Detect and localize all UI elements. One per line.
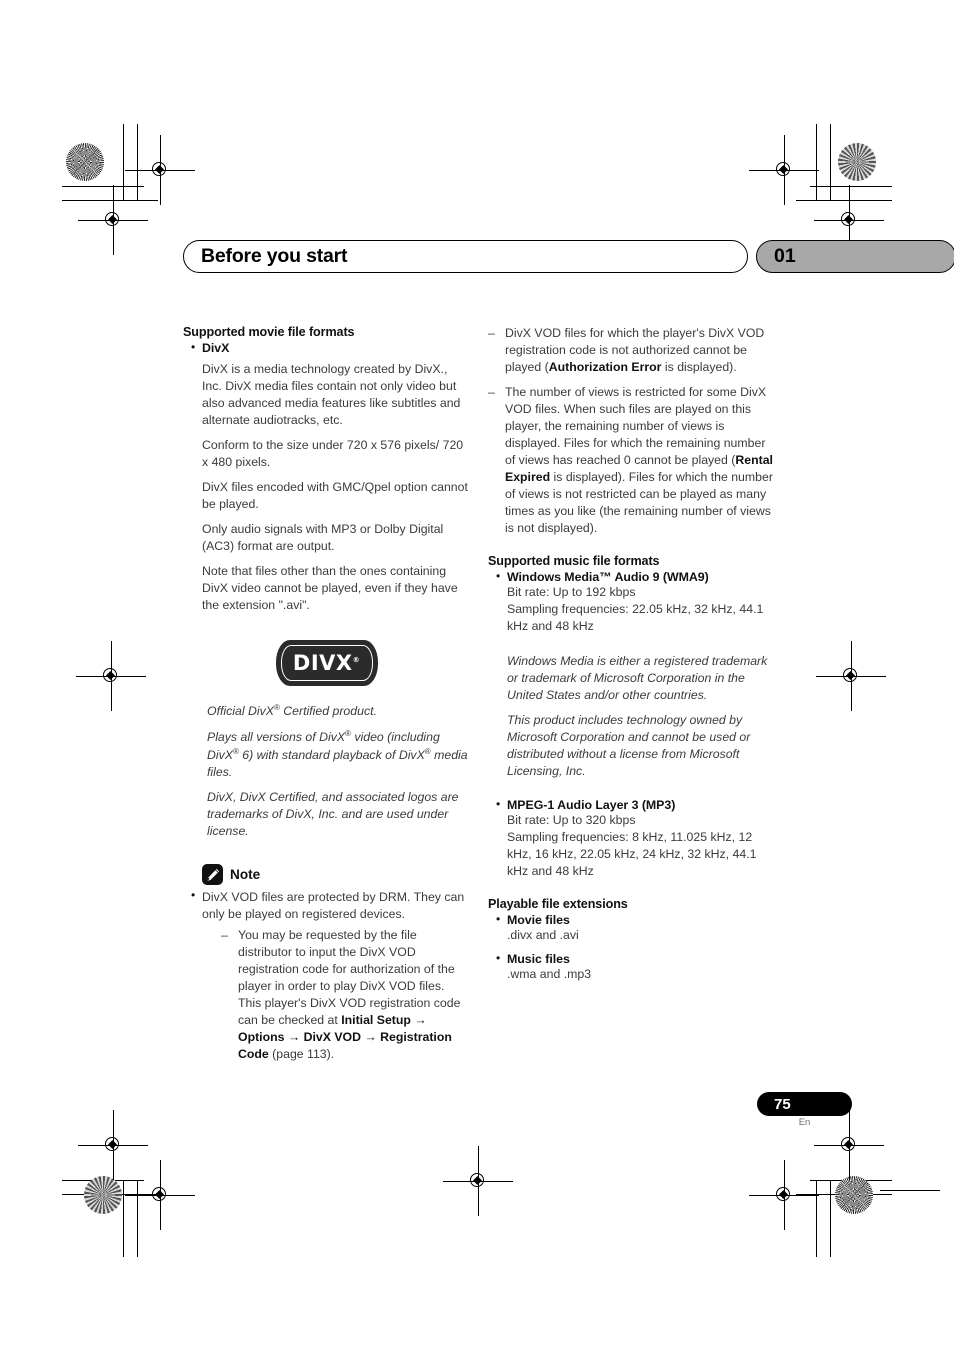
paragraph: DivX is a media technology created by Di… bbox=[202, 362, 461, 428]
crop-line bbox=[810, 186, 892, 188]
right-column: DivX VOD files for which the player's Di… bbox=[488, 325, 775, 1071]
mp3-bitrate: Bit rate: Up to 320 kbps bbox=[507, 813, 636, 828]
page-number-badge: 75 bbox=[757, 1092, 852, 1116]
movie-formats-heading: Supported movie file formats bbox=[183, 325, 355, 339]
registered-mark: ® bbox=[352, 655, 361, 664]
extensions-heading: Playable file extensions bbox=[488, 897, 628, 912]
left-column: Supported movie file formats DivX DivX i… bbox=[183, 325, 470, 1071]
language-code: En bbox=[798, 1117, 811, 1128]
registration-target bbox=[125, 1160, 195, 1230]
note-list: DivX VOD files are protected by DRM. The… bbox=[183, 888, 470, 1063]
list-item: MPEG-1 Audio Layer 3 (MP3) Bit rate: Up … bbox=[488, 797, 775, 880]
music-formats-heading: Supported music file formats bbox=[488, 554, 660, 569]
music-files-value: .wma and .mp3 bbox=[507, 967, 592, 982]
vod-restrictions-list: DivX VOD files for which the player's Di… bbox=[488, 325, 775, 537]
mp3-format-list: MPEG-1 Audio Layer 3 (MP3) Bit rate: Up … bbox=[488, 797, 775, 880]
registration-target bbox=[78, 1110, 148, 1180]
mp3-sampling: Sampling frequencies: 8 kHz, 11.025 kHz,… bbox=[507, 830, 757, 879]
chapter-number: 01 bbox=[774, 245, 796, 267]
authorization-error-label: Authorization Error bbox=[548, 360, 662, 375]
registration-target bbox=[816, 641, 886, 711]
crop-line bbox=[123, 124, 125, 201]
legal-line: Official DivX® Certified product. bbox=[207, 703, 377, 719]
registration-target bbox=[125, 135, 195, 205]
movie-files-value: .divx and .avi bbox=[507, 928, 579, 943]
extensions-list: Movie files .divx and .avi Music files .… bbox=[488, 912, 775, 983]
microsoft-legal: Windows Media is either a registered tra… bbox=[507, 653, 775, 780]
paragraph: DivX files encoded with GMC/Qpel option … bbox=[202, 480, 468, 512]
list-item: Music files .wma and .mp3 bbox=[488, 951, 775, 983]
list-item: The number of views is restricted for so… bbox=[488, 384, 775, 537]
crop-line bbox=[816, 1180, 818, 1257]
paragraph: Conform to the size under 720 x 576 pixe… bbox=[202, 438, 464, 470]
crop-line bbox=[830, 1180, 832, 1257]
registration-target bbox=[443, 1146, 513, 1216]
divx-description: DivX is a media technology created by Di… bbox=[202, 361, 470, 614]
crop-line bbox=[137, 1180, 139, 1257]
divx-logo-text: DIVX® bbox=[292, 650, 361, 675]
list-item: DivX bbox=[183, 340, 470, 355]
crop-line bbox=[62, 200, 158, 202]
legal-line: DivX, DivX Certified, and associated log… bbox=[207, 790, 459, 839]
chapter-number-badge: 01 bbox=[756, 240, 954, 273]
music-files-label: Music files bbox=[507, 952, 570, 967]
movie-files-label: Movie files bbox=[507, 913, 570, 928]
chapter-header-bar: Before you start bbox=[183, 240, 748, 273]
list-item: You may be requested by the file distrib… bbox=[221, 927, 470, 1063]
legal-line: Plays all versions of DivX® video (inclu… bbox=[207, 729, 468, 780]
page-title: Before you start bbox=[201, 245, 348, 267]
crop-line bbox=[137, 124, 139, 201]
wma-label: Windows Media™ Audio 9 (WMA9) bbox=[507, 570, 709, 585]
music-format-list: Windows Media™ Audio 9 (WMA9) Bit rate: … bbox=[488, 569, 775, 635]
halftone-dot bbox=[838, 143, 876, 181]
page-number: 75 bbox=[774, 1095, 791, 1113]
divx-logo-wrap: DIVX® bbox=[183, 640, 470, 687]
pencil-icon bbox=[202, 864, 223, 886]
halftone-dot bbox=[66, 143, 104, 181]
registration-target bbox=[76, 641, 146, 711]
registration-target bbox=[78, 185, 148, 255]
note-sub-list: You may be requested by the file distrib… bbox=[221, 927, 470, 1063]
registration-target bbox=[814, 185, 884, 255]
list-item: DivX VOD files for which the player's Di… bbox=[488, 325, 775, 376]
halftone-dot bbox=[84, 1176, 122, 1214]
paragraph: Note that files other than the ones cont… bbox=[202, 564, 458, 613]
crop-line bbox=[62, 186, 144, 188]
divx-legal: Official DivX® Certified product. Plays … bbox=[207, 702, 470, 840]
crop-line bbox=[796, 200, 892, 202]
content-columns: Supported movie file formats DivX DivX i… bbox=[183, 325, 775, 1071]
registration-target bbox=[749, 1160, 819, 1230]
note-header: Note bbox=[202, 864, 470, 886]
list-item: Movie files .divx and .avi bbox=[488, 912, 775, 944]
crop-line bbox=[816, 124, 818, 201]
legal-line: This product includes technology owned b… bbox=[507, 713, 751, 779]
list-item: DivX VOD files are protected by DRM. The… bbox=[183, 888, 470, 1063]
movie-format-list: DivX bbox=[183, 340, 470, 355]
mp3-label: MPEG-1 Audio Layer 3 (MP3) bbox=[507, 798, 676, 813]
registration-target bbox=[749, 135, 819, 205]
halftone-dot bbox=[835, 1176, 873, 1214]
crop-line bbox=[880, 1190, 940, 1192]
list-item: Windows Media™ Audio 9 (WMA9) Bit rate: … bbox=[488, 569, 775, 635]
note-label: Note bbox=[230, 867, 261, 883]
note-text: DivX VOD files are protected by DRM. The… bbox=[202, 890, 465, 922]
paragraph: Only audio signals with MP3 or Dolby Dig… bbox=[202, 522, 444, 554]
crop-line bbox=[123, 1180, 125, 1257]
wma-sampling: Sampling frequencies: 22.05 kHz, 32 kHz,… bbox=[507, 602, 764, 634]
wma-bitrate: Bit rate: Up to 192 kbps bbox=[507, 585, 636, 600]
divx-logo: DIVX® bbox=[275, 640, 378, 687]
registration-target bbox=[814, 1110, 884, 1180]
crop-line bbox=[830, 124, 832, 201]
divx-label: DivX bbox=[202, 341, 230, 355]
legal-line: Windows Media is either a registered tra… bbox=[507, 654, 768, 703]
